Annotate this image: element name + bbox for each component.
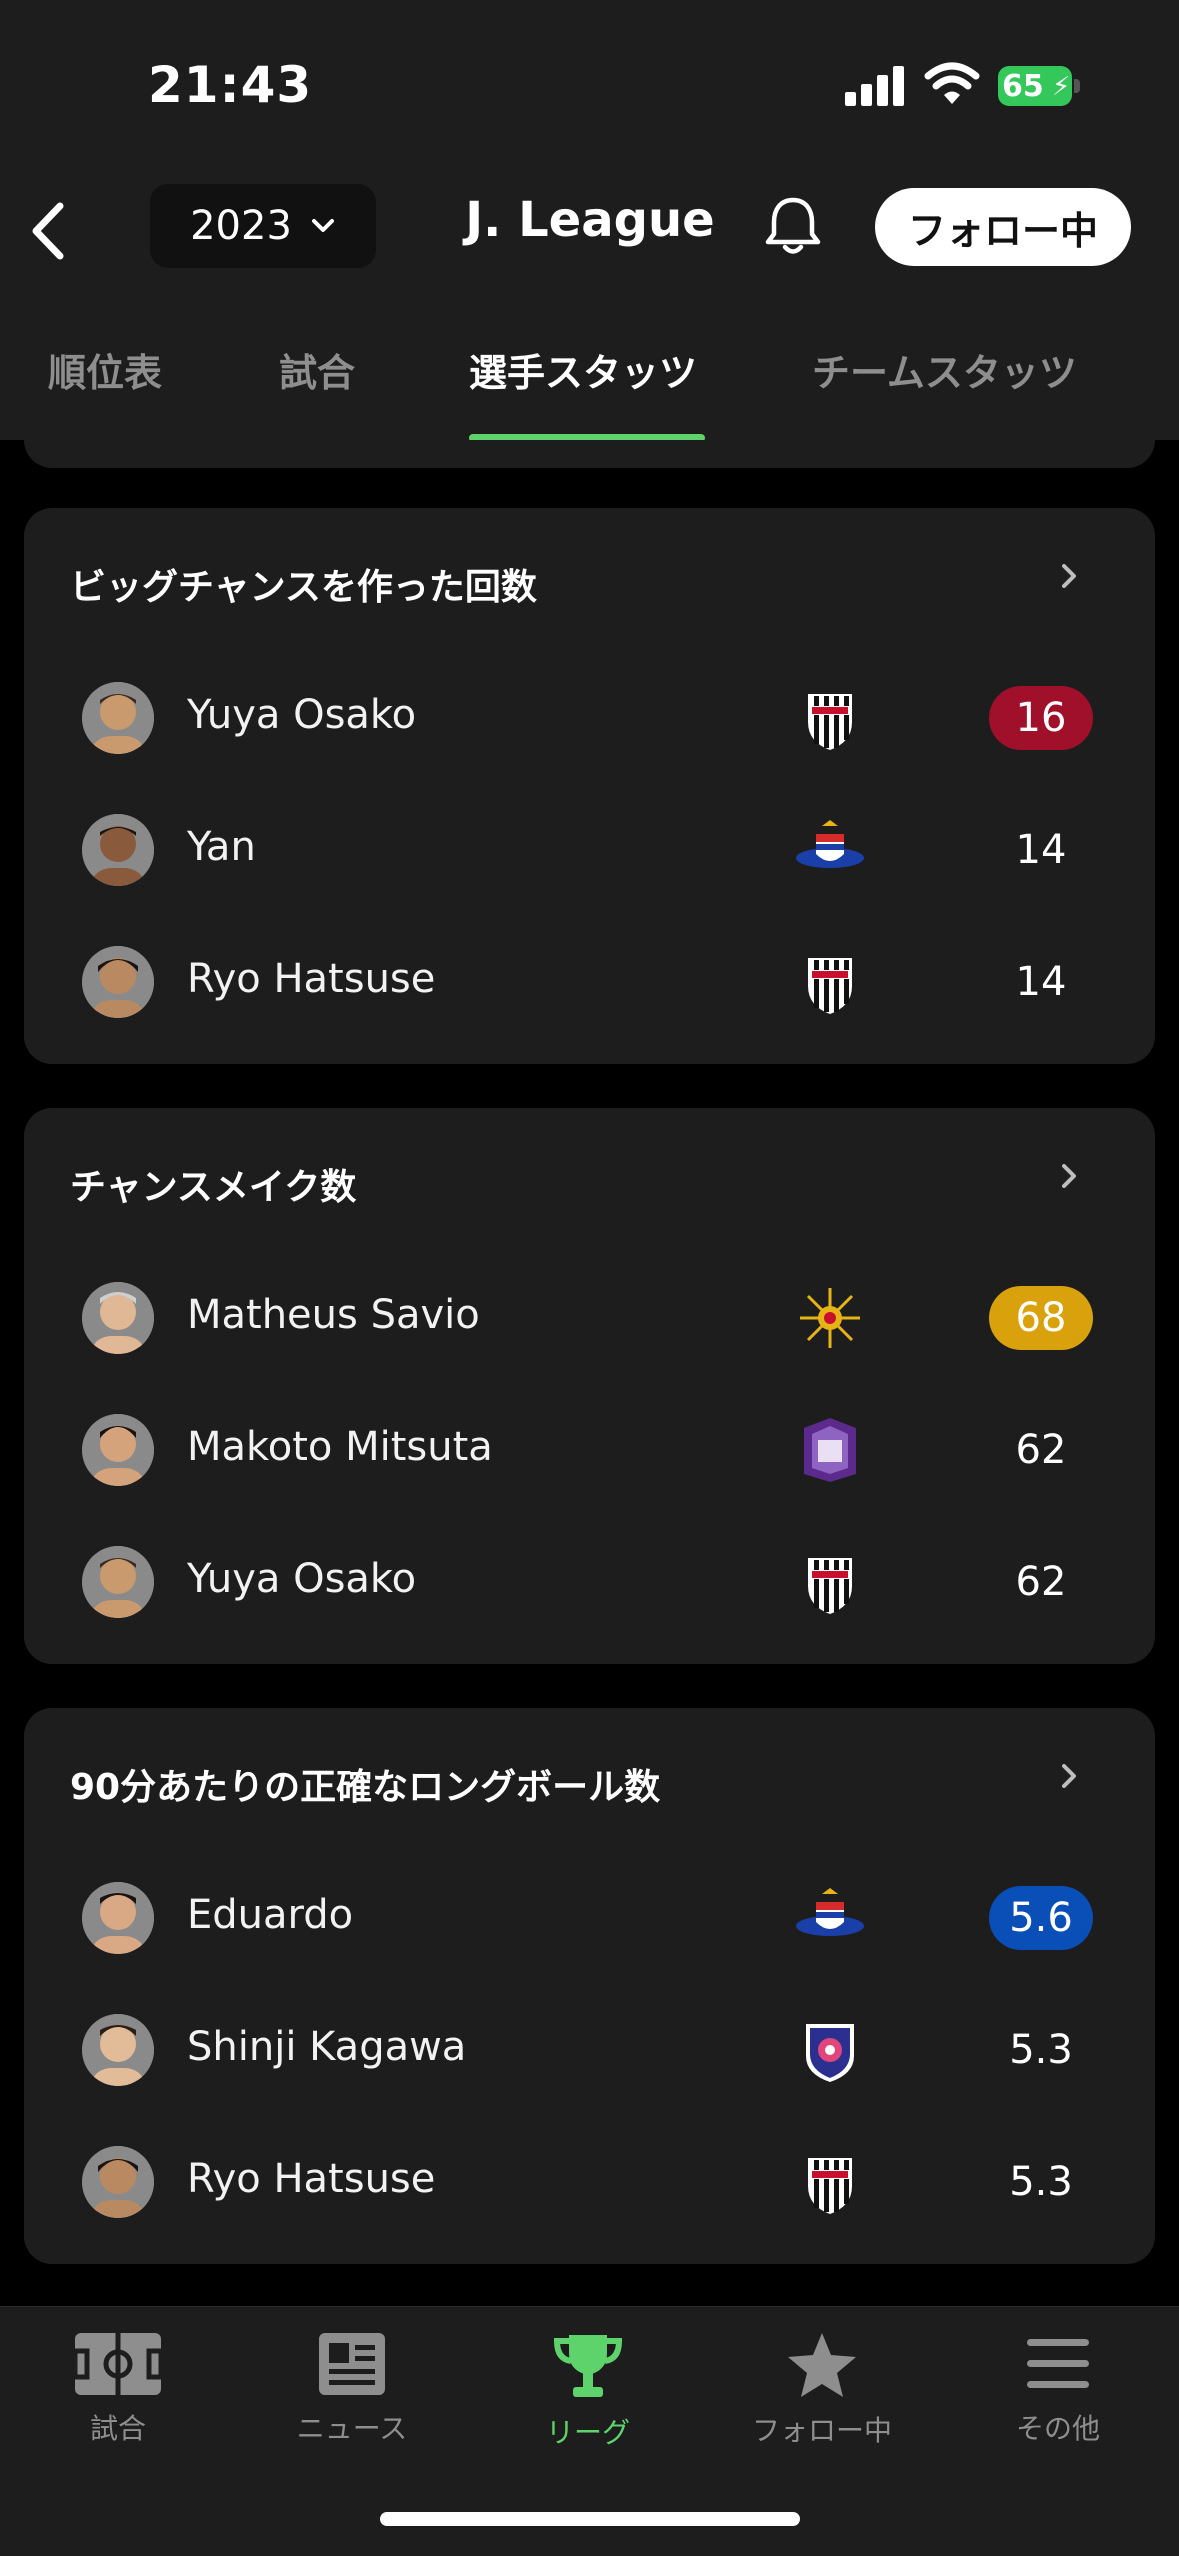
stat-card-chances-created[interactable]: チャンスメイク数 Matheus Savio 68 Makoto Mitsuta… [24,1108,1155,1664]
cellular-signal-icon [845,66,907,106]
battery-icon: 65 ⚡ [998,66,1082,106]
tab-team-stats[interactable]: チームスタッツ [812,342,1077,397]
player-avatar [82,814,154,886]
tab-bar: 順位表 試合 選手スタッツ チームスタッツ [0,330,1179,440]
battery-level: 65 [1002,69,1044,104]
player-avatar [82,946,154,1018]
player-row[interactable]: Makoto Mitsuta 62 [24,1384,1155,1516]
player-row[interactable]: Matheus Savio 68 [24,1252,1155,1384]
kashiwa-reysol-crest-icon [800,1288,860,1348]
player-name: Yuya Osako [187,1556,417,1602]
player-avatar [82,2146,154,2218]
bell-icon[interactable] [760,194,826,260]
player-row[interactable]: Ryo Hatsuse 14 [24,916,1155,1048]
nav-matches[interactable]: 試合 [18,2331,218,2447]
player-row[interactable]: Yan 14 [24,784,1155,916]
tab-player-stats[interactable]: 選手スタッツ [469,342,697,397]
tab-matches[interactable]: 試合 [279,342,355,397]
player-row[interactable]: Eduardo 5.6 [24,1852,1155,1984]
player-avatar [82,1282,154,1354]
chevron-right-icon[interactable] [1054,1156,1084,1196]
tab-standings[interactable]: 順位表 [48,342,162,397]
sanfrecce-hiroshima-crest-icon [804,1418,856,1482]
card-title: ビッグチャンスを作った回数 [70,567,537,608]
stat-card-accurate-long-balls[interactable]: 90分あたりの正確なロングボール数 Eduardo 5.6 Shinji Kag… [24,1708,1155,2264]
player-name: Shinji Kagawa [187,2024,467,2070]
stat-value: 68 [989,1286,1093,1350]
pitch-icon [73,2333,163,2395]
yokohama-f-marinos-crest-icon [796,1888,864,1936]
nav-label: その他 [1015,2412,1100,2445]
nav-following[interactable]: フォロー中 [722,2331,922,2449]
player-name: Yan [187,824,256,870]
vissel-kobe-crest-icon [808,1558,852,1614]
nav-news[interactable]: ニュース [252,2331,452,2447]
yokohama-f-marinos-crest-icon [796,820,864,868]
player-avatar [82,682,154,754]
player-name: Makoto Mitsuta [187,1424,493,1470]
stat-value: 16 [989,686,1093,750]
nav-label: フォロー中 [751,2414,892,2447]
previous-card-edge [24,440,1155,468]
stat-value: 62 [1015,1427,1067,1473]
player-avatar [82,1414,154,1486]
stat-value: 5.3 [1009,2027,1073,2073]
league-title: J. League [465,192,715,248]
nav-label: ニュース [296,2412,408,2445]
charging-bolt-icon: ⚡ [1052,72,1071,102]
news-icon [319,2333,385,2395]
status-time: 21:43 [148,56,313,114]
menu-icon [1027,2339,1089,2388]
stat-card-big-chances-created[interactable]: ビッグチャンスを作った回数 Yuya Osako 16 Yan 14 Ryo H… [24,508,1155,1064]
season-value: 2023 [190,203,292,249]
star-icon [788,2333,856,2397]
stat-value: 14 [1015,827,1067,873]
stat-value: 5.6 [989,1886,1093,1950]
stat-value: 62 [1015,1559,1067,1605]
player-name: Ryo Hatsuse [187,2156,436,2202]
wifi-icon [924,62,980,104]
follow-button[interactable]: フォロー中 [875,188,1131,266]
stat-value: 14 [1015,959,1067,1005]
nav-label: リーグ [545,2416,630,2449]
top-bar: 2023 J. League フォロー中 [0,170,1179,330]
player-name: Ryo Hatsuse [187,956,436,1002]
player-avatar [82,2014,154,2086]
back-arrow-icon[interactable] [22,196,72,266]
chevron-right-icon[interactable] [1054,556,1084,596]
player-row[interactable]: Yuya Osako 16 [24,652,1155,784]
card-title: チャンスメイク数 [70,1167,357,1208]
chevron-down-icon [311,219,334,232]
vissel-kobe-crest-icon [808,958,852,1014]
player-avatar [82,1882,154,1954]
player-row[interactable]: Shinji Kagawa 5.3 [24,1984,1155,2116]
nav-leagues[interactable]: リーグ [488,2331,688,2451]
trophy-icon [553,2335,623,2397]
player-avatar [82,1546,154,1618]
player-name: Eduardo [187,1892,354,1938]
player-name: Yuya Osako [187,692,417,738]
vissel-kobe-crest-icon [808,694,852,750]
player-name: Matheus Savio [187,1292,480,1338]
nav-label: 試合 [89,2412,146,2445]
stat-value: 5.3 [1009,2159,1073,2205]
vissel-kobe-crest-icon [808,2158,852,2214]
chevron-right-icon[interactable] [1054,1756,1084,1796]
player-row[interactable]: Ryo Hatsuse 5.3 [24,2116,1155,2248]
cerezo-osaka-crest-icon [806,2024,854,2082]
home-indicator [380,2512,800,2526]
player-row[interactable]: Yuya Osako 62 [24,1516,1155,1648]
card-title: 90分あたりの正確なロングボール数 [70,1767,661,1808]
season-select[interactable]: 2023 [150,184,376,268]
nav-more[interactable]: その他 [958,2331,1158,2447]
status-bar: 21:43 65 ⚡ [0,0,1179,170]
